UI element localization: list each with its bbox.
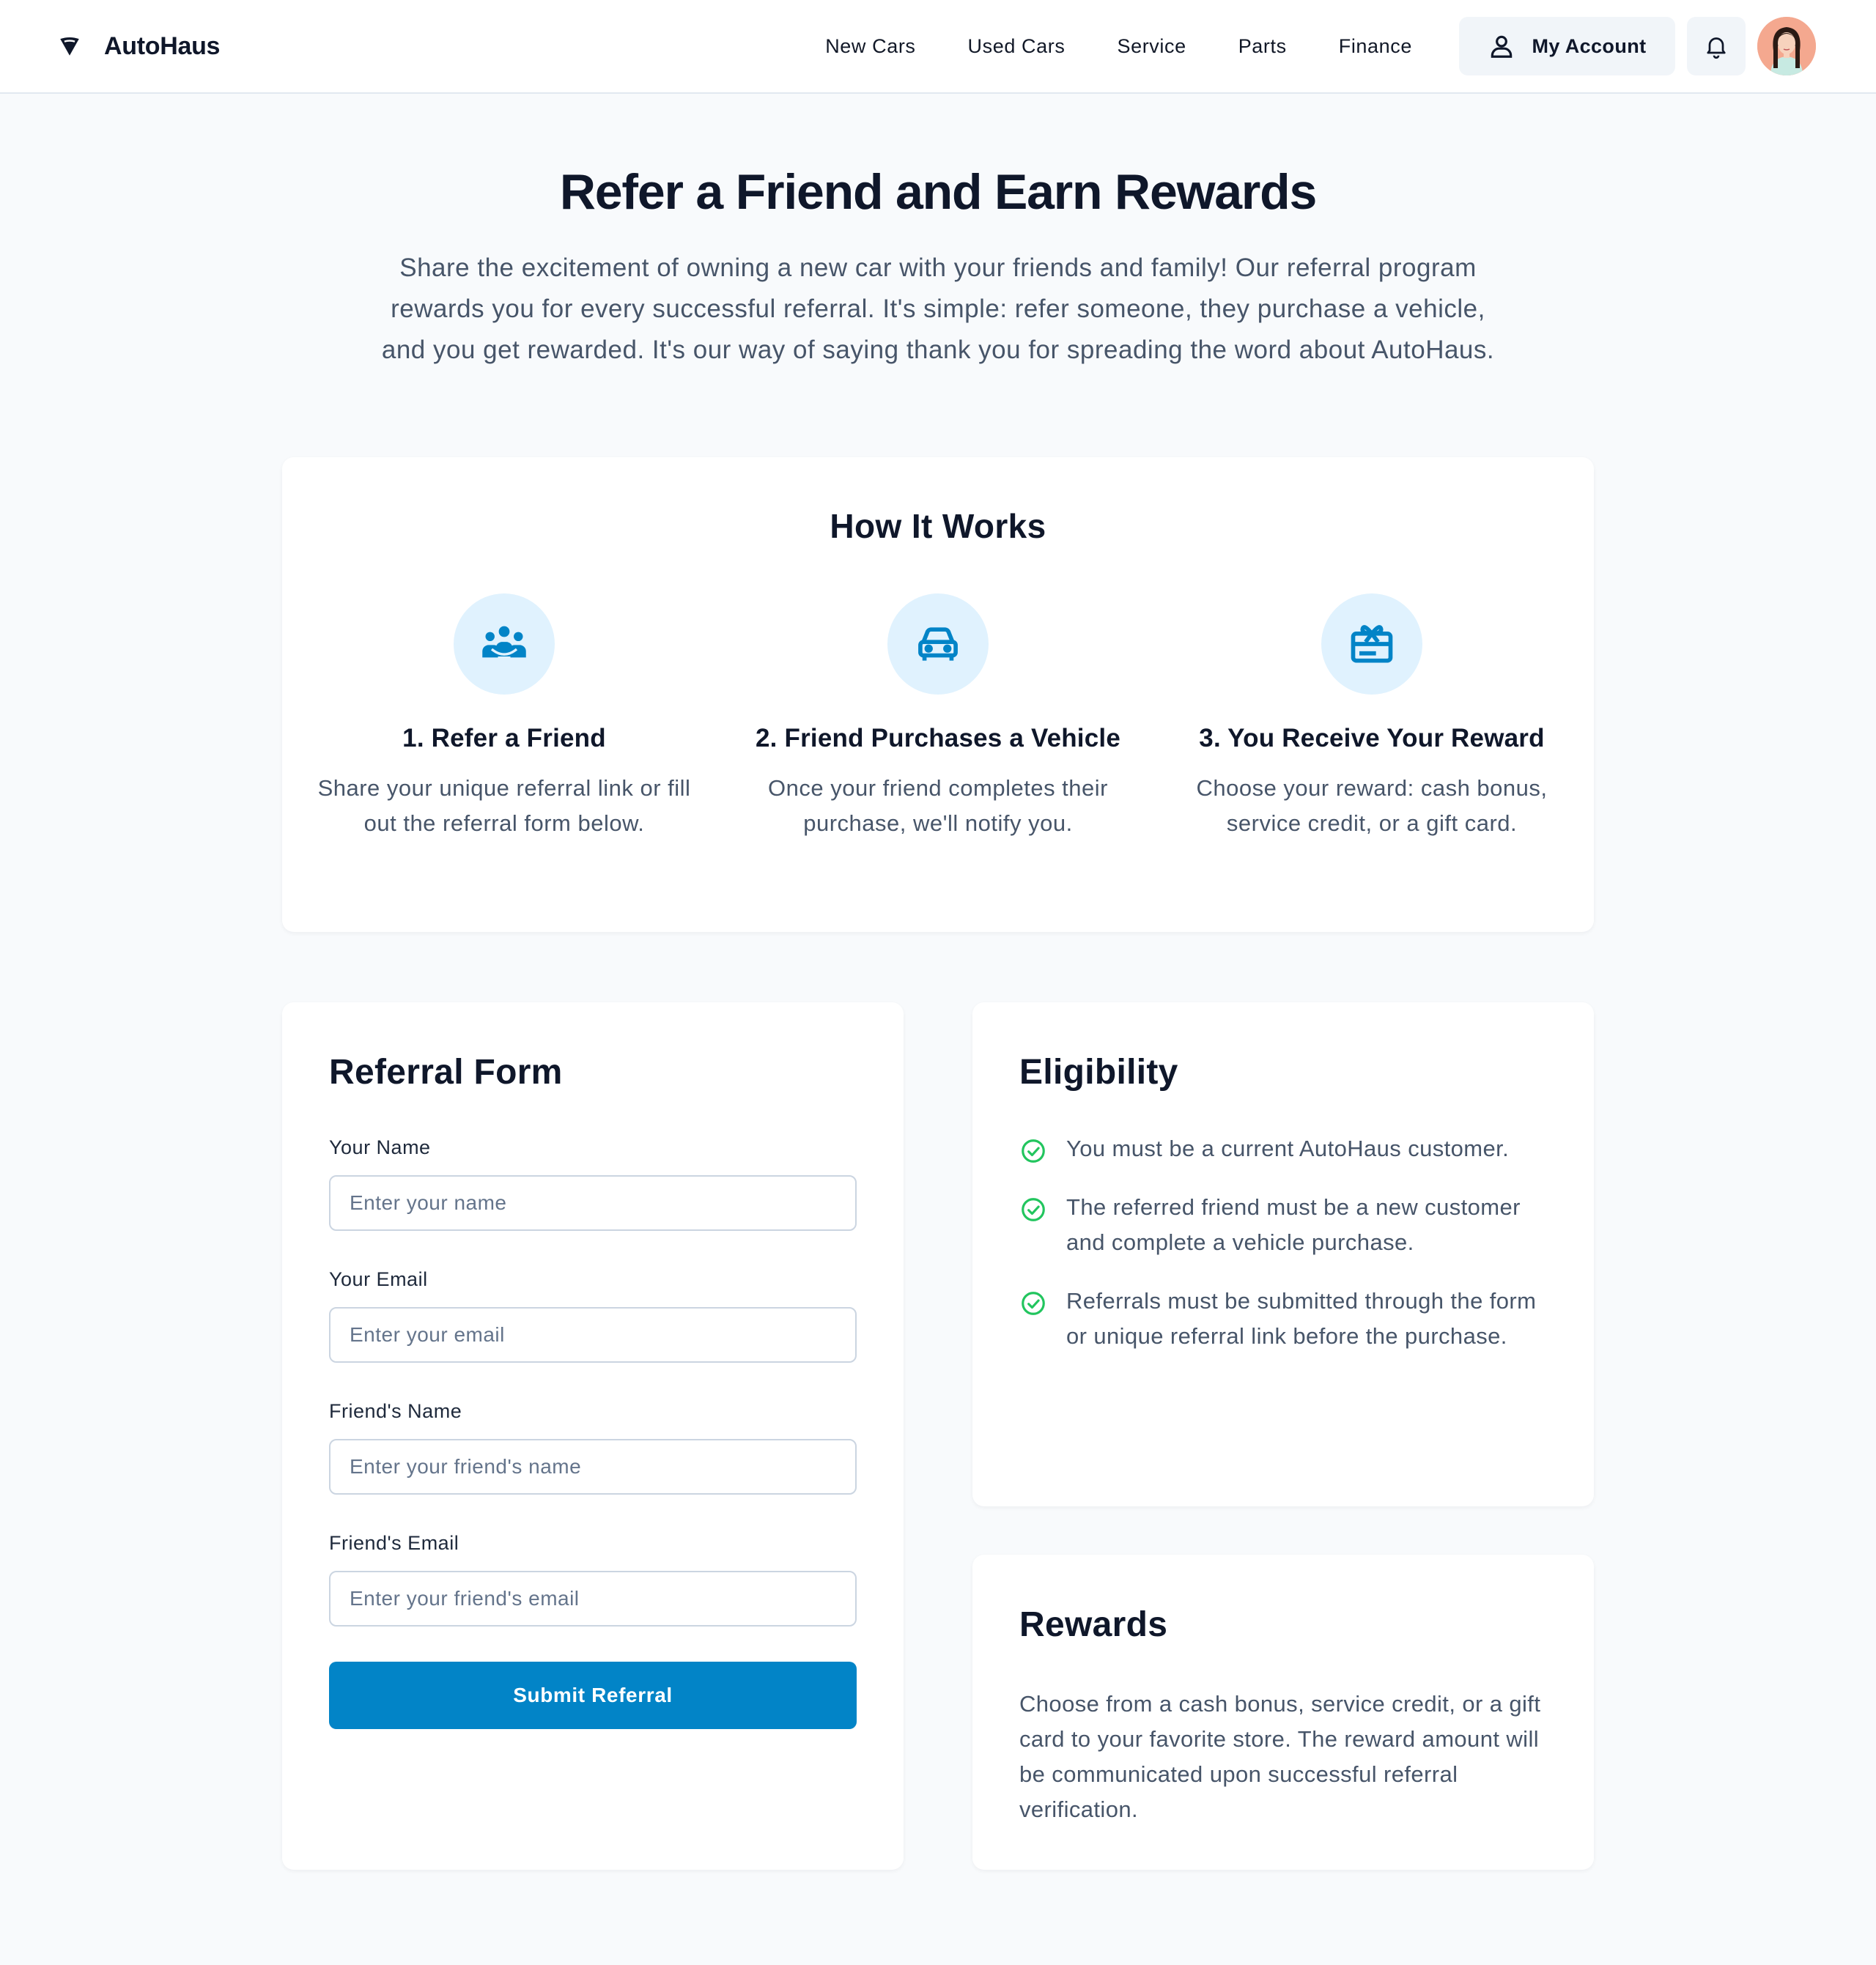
nav-link-service[interactable]: Service (1117, 35, 1186, 58)
avatar-portrait-icon (1757, 17, 1816, 75)
step-description: Choose your reward: cash bonus, service … (1196, 775, 1548, 836)
friend-name-field: Friend's Name (329, 1399, 857, 1495)
content-row: Referral Form Your Name Your Email Frien… (282, 1002, 1594, 1870)
notifications-button[interactable] (1687, 17, 1746, 75)
hero-description: Share the excitement of owning a new car… (381, 254, 1495, 364)
friend-email-label: Friend's Email (329, 1532, 459, 1554)
your-name-input[interactable] (329, 1175, 857, 1231)
avatar[interactable] (1757, 17, 1816, 75)
nav-link-parts[interactable]: Parts (1238, 35, 1287, 58)
your-name-label: Your Name (329, 1136, 431, 1158)
step-receive-reward: 3. You Receive Your Reward Choose your r… (1185, 593, 1559, 841)
autohaus-logo-icon (60, 37, 79, 56)
eligibility-title: Eligibility (1019, 1053, 1178, 1092)
bell-icon (1707, 37, 1726, 59)
eligibility-list: You must be a current AutoHaus customer.… (1019, 1131, 1547, 1354)
friend-name-label: Friend's Name (329, 1400, 462, 1422)
page-title: Refer a Friend and Earn Rewards (559, 164, 1317, 220)
step-title: 2. Friend Purchases a Vehicle (756, 724, 1120, 752)
rewards-card: Rewards Choose from a cash bonus, servic… (972, 1555, 1594, 1870)
eligibility-card: Eligibility You must be a current AutoHa… (972, 1002, 1594, 1506)
check-circle-icon (1022, 1198, 1045, 1221)
referral-form-card: Referral Form Your Name Your Email Frien… (282, 1002, 904, 1870)
your-name-field: Your Name (329, 1136, 857, 1231)
step-title: 1. Refer a Friend (402, 724, 606, 752)
car-icon (918, 627, 958, 661)
how-it-works-title: How It Works (830, 507, 1046, 545)
step-icon-circle (887, 593, 989, 695)
friend-name-input[interactable] (329, 1439, 857, 1495)
nav-link-finance[interactable]: Finance (1339, 35, 1412, 58)
step-title: 3. You Receive Your Reward (1199, 724, 1545, 752)
step-description: Share your unique referral link or fill … (317, 775, 691, 836)
brand[interactable]: AutoHaus (57, 32, 220, 61)
rewards-description: Choose from a cash bonus, service credit… (1019, 1691, 1541, 1822)
eligibility-text: The referred friend must be a new custom… (1066, 1194, 1521, 1255)
top-navbar: AutoHaus New Cars Used Cars Service Part… (0, 0, 1876, 94)
your-email-field: Your Email (329, 1268, 857, 1363)
steps-list: 1. Refer a Friend Share your unique refe… (282, 593, 1594, 841)
step-refer-friend: 1. Refer a Friend Share your unique refe… (317, 593, 691, 841)
check-circle-icon (1022, 1139, 1045, 1163)
rewards-title: Rewards (1019, 1605, 1168, 1644)
my-account-button[interactable]: My Account (1459, 17, 1675, 75)
list-item: You must be a current AutoHaus customer. (1019, 1131, 1547, 1166)
submit-referral-button[interactable]: Submit Referral (329, 1662, 857, 1729)
people-group-icon (482, 626, 526, 658)
step-icon-circle (454, 593, 555, 695)
gift-card-icon (1351, 625, 1393, 663)
right-column: Eligibility You must be a current AutoHa… (972, 1002, 1594, 1870)
step-description: Once your friend completes their purchas… (768, 775, 1108, 836)
user-icon (1491, 35, 1513, 58)
step-friend-purchases: 2. Friend Purchases a Vehicle Once your … (751, 593, 1125, 841)
brand-name: AutoHaus (104, 32, 221, 60)
list-item: Referrals must be submitted through the … (1019, 1284, 1547, 1354)
check-circle-icon (1022, 1292, 1045, 1315)
referral-form-title: Referral Form (329, 1053, 563, 1092)
eligibility-text: You must be a current AutoHaus customer. (1066, 1136, 1510, 1161)
nav-link-new-cars[interactable]: New Cars (825, 35, 915, 58)
eligibility-text: Referrals must be submitted through the … (1066, 1288, 1537, 1349)
your-email-label: Your Email (329, 1268, 428, 1290)
main-nav: New Cars Used Cars Service Parts Finance (825, 35, 1412, 58)
your-email-input[interactable] (329, 1307, 857, 1363)
step-icon-circle (1321, 593, 1422, 695)
hero-section: Refer a Friend and Earn Rewards Share th… (0, 94, 1876, 371)
list-item: The referred friend must be a new custom… (1019, 1190, 1547, 1260)
friend-email-input[interactable] (329, 1571, 857, 1627)
my-account-label: My Account (1532, 34, 1647, 57)
nav-link-used-cars[interactable]: Used Cars (968, 35, 1066, 58)
how-it-works-card: How It Works 1. Refer a Friend Share you… (282, 457, 1594, 932)
friend-email-field: Friend's Email (329, 1531, 857, 1627)
